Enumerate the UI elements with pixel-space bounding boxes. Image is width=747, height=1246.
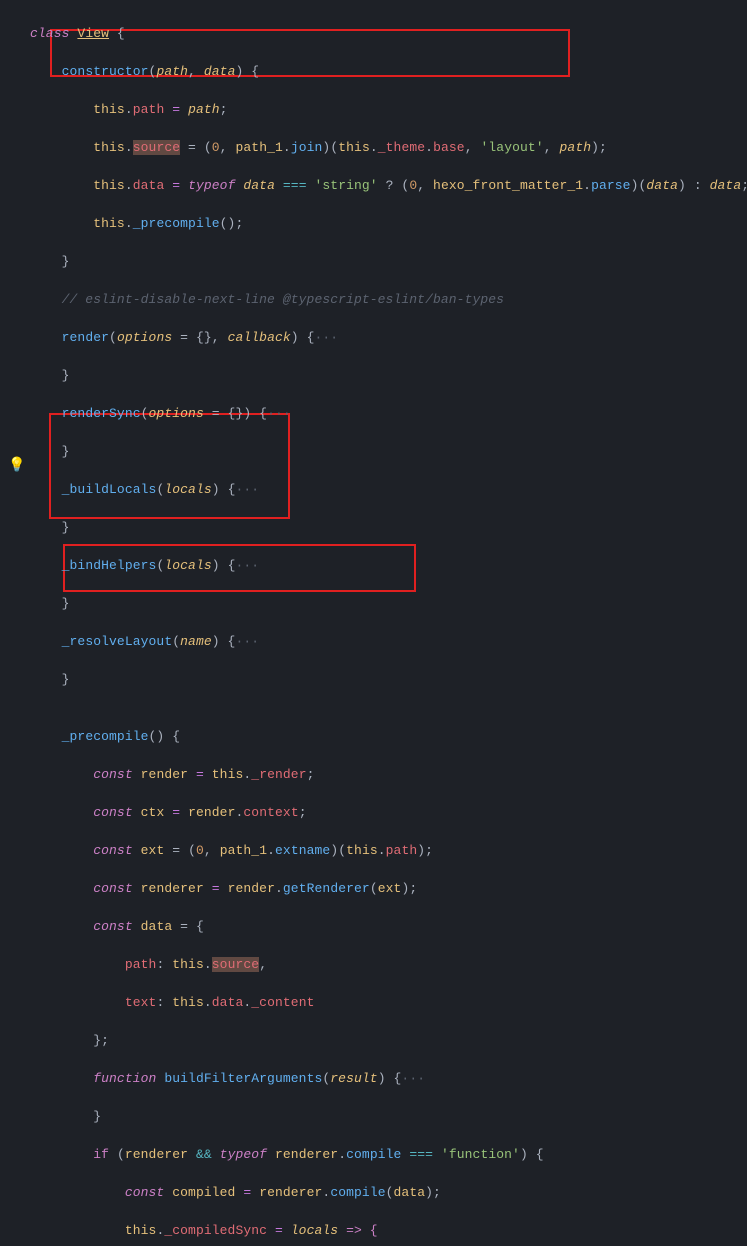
fold-icon[interactable]: ··· [401,1071,425,1086]
code-line: const render = this._render; [30,765,747,784]
code-line: }; [30,1031,747,1050]
code-line: _resolveLayout(name) {··· [30,632,747,651]
code-line: } [30,594,747,613]
code-line: render(options = {}, callback) {··· [30,328,747,347]
code-line: } [30,252,747,271]
code-line: this._compiledSync = locals => { [30,1221,747,1240]
fold-icon[interactable]: ··· [315,330,339,345]
fold-icon[interactable]: ··· [235,558,259,573]
code-line: this.data = typeof data === 'string' ? (… [30,176,747,195]
code-line: // eslint-disable-next-line @typescript-… [30,290,747,309]
code-line: _buildLocals(locals) {··· [30,480,747,499]
code-line: renderSync(options = {}) {··· [30,404,747,423]
code-line: if (renderer && typeof renderer.compile … [30,1145,747,1164]
code-line: } [30,518,747,537]
code-line: path: this.source, [30,955,747,974]
code-line: } [30,670,747,689]
code-line: this._precompile(); [30,214,747,233]
code-line: constructor(path, data) { [30,62,747,81]
code-line: } [30,1107,747,1126]
lightbulb-icon[interactable]: 💡 [8,457,25,476]
fold-icon[interactable]: ··· [235,482,259,497]
code-editor[interactable]: class View { constructor(path, data) { t… [0,0,747,1246]
code-line: _precompile() { [30,727,747,746]
code-line: } [30,366,747,385]
code-line: this.path = path; [30,100,747,119]
fold-icon[interactable]: ··· [235,634,259,649]
code-line: } [30,442,747,461]
code-line: _bindHelpers(locals) {··· [30,556,747,575]
code-line: class View { [30,24,747,43]
code-line: const ctx = render.context; [30,803,747,822]
code-line: const compiled = renderer.compile(data); [30,1183,747,1202]
code-line: this.source = (0, path_1.join)(this._the… [30,138,747,157]
code-line: text: this.data._content [30,993,747,1012]
code-line: function buildFilterArguments(result) {·… [30,1069,747,1088]
code-line: const ext = (0, path_1.extname)(this.pat… [30,841,747,860]
fold-icon[interactable]: ··· [267,406,291,421]
code-line: const renderer = render.getRenderer(ext)… [30,879,747,898]
code-line: const data = { [30,917,747,936]
